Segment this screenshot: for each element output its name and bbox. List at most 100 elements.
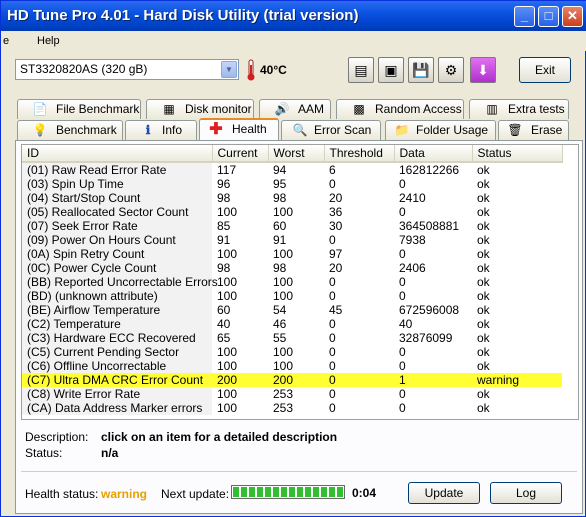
chevron-down-icon[interactable]: ▼ xyxy=(221,61,237,78)
table-cell: (CA) Data Address Marker errors xyxy=(22,401,212,415)
tab-extra-tests[interactable]: ▥ Extra tests xyxy=(469,99,569,119)
tab-folder-usage[interactable]: 📁 Folder Usage xyxy=(385,120,496,140)
table-cell: 100 xyxy=(217,289,238,303)
drive-select[interactable]: ST3320820AS (320 gB) ▼ xyxy=(15,59,239,80)
table-row[interactable]: (C5) Current Pending Sector 100 100 0 0 ok xyxy=(22,345,562,359)
table-cell: (BB) Reported Uncorrectable Errors xyxy=(22,275,218,289)
folder-icon: 📁 xyxy=(394,123,410,137)
table-cell: (C8) Write Error Rate xyxy=(22,387,212,401)
options-icon[interactable]: ⚙ xyxy=(438,57,464,83)
table-cell: 32876099 xyxy=(399,331,453,345)
column-header-threshold[interactable]: Threshold xyxy=(324,145,395,163)
table-row[interactable]: (01) Raw Read Error Rate 117 94 6 162812266 o… xyxy=(22,162,562,177)
table-cell: 0 xyxy=(399,401,406,415)
health-status-label: Health status: xyxy=(25,487,99,501)
copy-screenshot-icon[interactable]: ▣ xyxy=(378,57,404,83)
table-row[interactable]: (CA) Data Address Marker errors 100 253 0 0 o… xyxy=(22,401,562,415)
table-cell: (05) Reallocated Sector Count xyxy=(22,205,212,219)
table-row[interactable]: (BB) Reported Uncorrectable Errors 100 100… xyxy=(22,275,562,289)
table-cell: 100 xyxy=(217,401,238,415)
countdown-value: 0:04 xyxy=(352,486,377,500)
tab-aam[interactable]: 🔊 AAM xyxy=(259,99,331,119)
table-cell: 0 xyxy=(329,289,336,303)
column-header-id[interactable]: ID xyxy=(22,145,213,163)
table-cell: ok xyxy=(477,359,490,373)
column-header-status[interactable]: Status xyxy=(472,145,563,163)
menu-help[interactable]: Help xyxy=(37,35,60,47)
table-cell: 0 xyxy=(399,345,406,359)
tab-health[interactable]: ✚ Health xyxy=(199,118,279,140)
benchmark-icon: 💡 xyxy=(32,123,48,137)
next-update-label: Next update: xyxy=(161,487,230,501)
table-cell: 95 xyxy=(273,177,287,191)
close-button[interactable]: ✕ xyxy=(562,6,583,27)
tab-label: AAM xyxy=(298,102,325,116)
tab-info[interactable]: ℹ Info xyxy=(125,120,197,140)
tab-label: Disk monitor xyxy=(185,102,252,116)
tab-disk-monitor[interactable]: ▦ Disk monitor xyxy=(146,99,254,119)
disk-monitor-icon: ▦ xyxy=(163,102,175,116)
table-cell: 100 xyxy=(273,205,294,219)
table-cell: 40 xyxy=(399,317,413,331)
minimize-button[interactable]: _ xyxy=(514,6,535,27)
title-bar[interactable]: HD Tune Pro 4.01 - Hard Disk Utility (tr… xyxy=(1,1,586,31)
table-row[interactable]: (C3) Hardware ECC Recovered 65 55 0 32876099… xyxy=(22,331,562,345)
table-cell: 0 xyxy=(399,359,406,373)
table-row[interactable]: (05) Reallocated Sector Count 100 100 36 0 ok xyxy=(22,205,562,219)
table-cell: (C7) Ultra DMA CRC Error Count xyxy=(22,373,212,387)
save-icon[interactable]: 💾 xyxy=(408,57,434,83)
copy-text-icon[interactable]: ▤ xyxy=(348,57,374,83)
tab-error-scan[interactable]: 🔍 Error Scan xyxy=(281,120,381,140)
table-cell: 162812266 xyxy=(399,163,460,177)
status-value: n/a xyxy=(101,446,119,460)
column-header-worst[interactable]: Worst xyxy=(268,145,325,163)
table-cell: 30 xyxy=(329,219,343,233)
table-cell: (0A) Spin Retry Count xyxy=(22,247,212,261)
table-row[interactable]: (04) Start/Stop Count 98 98 20 2410 ok xyxy=(22,191,562,205)
table-cell: ok xyxy=(477,275,490,289)
table-cell: 55 xyxy=(273,331,287,345)
table-cell: 6 xyxy=(329,163,336,177)
update-button[interactable]: Update xyxy=(408,482,480,504)
table-cell: (04) Start/Stop Count xyxy=(22,191,212,205)
exit-button[interactable]: Exit xyxy=(519,57,571,83)
table-cell: 0 xyxy=(329,177,336,191)
table-cell: 672596008 xyxy=(399,303,460,317)
tab-benchmark[interactable]: 💡 Benchmark xyxy=(17,120,123,140)
table-cell: ok xyxy=(477,317,490,331)
table-cell: (BD) (unknown attribute) xyxy=(22,289,212,303)
tab-random-access[interactable]: ▩ Random Access xyxy=(336,99,464,119)
table-row[interactable]: (C2) Temperature 40 46 0 40 ok xyxy=(22,317,562,331)
table-row[interactable]: (C7) Ultra DMA CRC Error Count 200 200 0 1 wa… xyxy=(22,373,562,387)
menu-bar: e Help xyxy=(1,31,586,51)
table-cell: 253 xyxy=(273,387,294,401)
table-row[interactable]: (BE) Airflow Temperature 60 54 45 672596008 o… xyxy=(22,303,562,317)
smart-attributes-table[interactable]: ID Current Worst Threshold Data Status (… xyxy=(21,144,579,420)
trash-icon: 🗑 xyxy=(507,123,523,137)
table-row[interactable]: (C6) Offline Uncorrectable 100 100 0 0 ok xyxy=(22,359,562,373)
log-button[interactable]: Log xyxy=(490,482,562,504)
table-cell: warning xyxy=(472,373,562,387)
table-row[interactable]: (03) Spin Up Time 96 95 0 0 ok xyxy=(22,177,562,191)
table-row[interactable]: (0C) Power Cycle Count 98 98 20 2406 ok xyxy=(22,261,562,275)
download-icon[interactable]: ⬇ xyxy=(470,57,496,83)
table-cell: 0 xyxy=(329,345,336,359)
tab-file-benchmark[interactable]: 📄 File Benchmark xyxy=(17,99,141,119)
table-row[interactable]: (BD) (unknown attribute) 100 100 0 0 ok xyxy=(22,289,562,303)
table-row[interactable]: (09) Power On Hours Count 91 91 0 7938 ok xyxy=(22,233,562,247)
table-row[interactable]: (C8) Write Error Rate 100 253 0 0 ok xyxy=(22,387,562,401)
table-cell: 60 xyxy=(217,303,231,317)
maximize-button[interactable]: □ xyxy=(538,6,559,27)
column-header-current[interactable]: Current xyxy=(212,145,269,163)
column-header-data[interactable]: Data xyxy=(394,145,473,163)
table-row[interactable]: (07) Seek Error Rate 85 60 30 364508881 ok xyxy=(22,219,562,233)
table-cell: ok xyxy=(477,219,490,233)
menu-file[interactable]: e xyxy=(3,35,9,47)
table-cell: (C6) Offline Uncorrectable xyxy=(22,359,212,373)
tab-erase[interactable]: 🗑 Erase xyxy=(498,120,569,140)
table-cell: (C3) Hardware ECC Recovered xyxy=(22,331,212,345)
table-header: ID Current Worst Threshold Data Status xyxy=(22,145,563,163)
table-cell: 253 xyxy=(273,401,294,415)
tab-label: Erase xyxy=(531,123,563,137)
table-row[interactable]: (0A) Spin Retry Count 100 100 97 0 ok xyxy=(22,247,562,261)
